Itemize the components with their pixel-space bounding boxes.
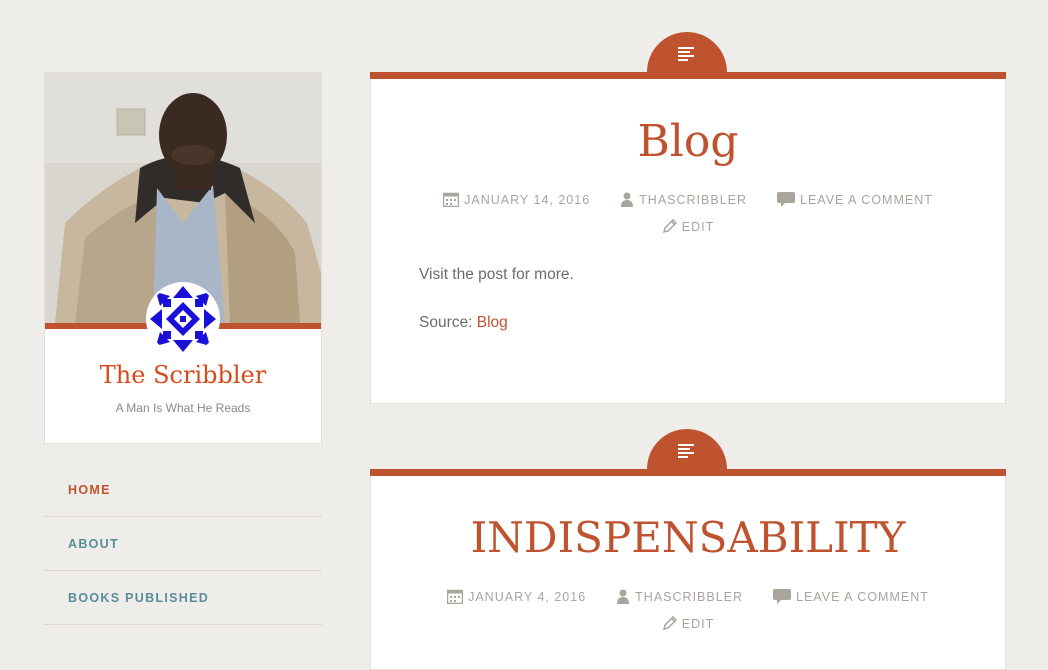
post-date[interactable]: JANUARY 4, 2016	[447, 589, 586, 604]
post-meta: JANUARY 14, 2016 THASCRIBBLER LEAVE A CO…	[371, 192, 1005, 207]
calendar-icon	[447, 589, 464, 604]
edit-text: EDIT	[681, 219, 715, 234]
nav-item-about[interactable]: ABOUT	[44, 517, 322, 571]
leave-comment-link[interactable]: LEAVE A COMMENT	[773, 589, 929, 604]
post-date[interactable]: JANUARY 14, 2016	[443, 192, 590, 207]
post-author-text: THASCRIBBLER	[639, 192, 748, 207]
site-title[interactable]: The Scribbler	[45, 361, 321, 389]
leave-comment-link[interactable]: LEAVE A COMMENT	[777, 192, 933, 207]
pencil-icon	[662, 219, 677, 234]
site-logo-icon[interactable]	[148, 284, 218, 354]
post-source-label: Source:	[419, 314, 477, 331]
post-title[interactable]: INDISPENSABILITY	[371, 513, 1005, 562]
leave-comment-text: LEAVE A COMMENT	[800, 192, 933, 207]
pencil-icon	[662, 616, 677, 631]
post-source: Source: Blog	[419, 314, 959, 332]
post-author[interactable]: THASCRIBBLER	[620, 192, 747, 207]
comment-icon	[773, 589, 792, 604]
leave-comment-text: LEAVE A COMMENT	[796, 589, 929, 604]
post-accent-bar	[370, 72, 1006, 79]
post-author-text: THASCRIBBLER	[635, 589, 744, 604]
post-article: INDISPENSABILITY JANUARY 4, 2016 THASCRI…	[370, 429, 1006, 670]
comment-icon	[777, 192, 796, 207]
post-content: Visit the post for more.	[419, 266, 574, 283]
aside-format-icon[interactable]	[647, 32, 727, 76]
aside-format-icon[interactable]	[647, 429, 727, 473]
post-edit-row: EDIT	[371, 219, 1005, 234]
post-source-link[interactable]: Blog	[477, 314, 508, 331]
nav-item-books-published[interactable]: BOOKS PUBLISHED	[44, 571, 322, 625]
nav-item-home[interactable]: HOME	[44, 463, 322, 517]
calendar-icon	[443, 192, 460, 207]
post-edit-row: EDIT	[371, 616, 1005, 631]
profile-card: The Scribbler A Man Is What He Reads	[44, 72, 322, 444]
edit-text: EDIT	[681, 616, 715, 631]
site-tagline: A Man Is What He Reads	[115, 401, 251, 415]
edit-link[interactable]: EDIT	[662, 219, 714, 234]
main-navigation: HOME ABOUT BOOKS PUBLISHED	[44, 463, 322, 625]
user-icon	[617, 589, 630, 604]
user-icon	[621, 192, 634, 207]
post-date-text: JANUARY 4, 2016	[468, 589, 587, 604]
post-author[interactable]: THASCRIBBLER	[616, 589, 743, 604]
post-accent-bar	[370, 469, 1006, 476]
post-date-text: JANUARY 14, 2016	[464, 192, 591, 207]
post-meta: JANUARY 4, 2016 THASCRIBBLER LEAVE A COM…	[371, 589, 1005, 604]
post-title[interactable]: Blog	[371, 116, 1005, 167]
post-article: Blog JANUARY 14, 2016 THASCRIBBLER LEAVE…	[370, 32, 1006, 404]
edit-link[interactable]: EDIT	[662, 616, 714, 631]
